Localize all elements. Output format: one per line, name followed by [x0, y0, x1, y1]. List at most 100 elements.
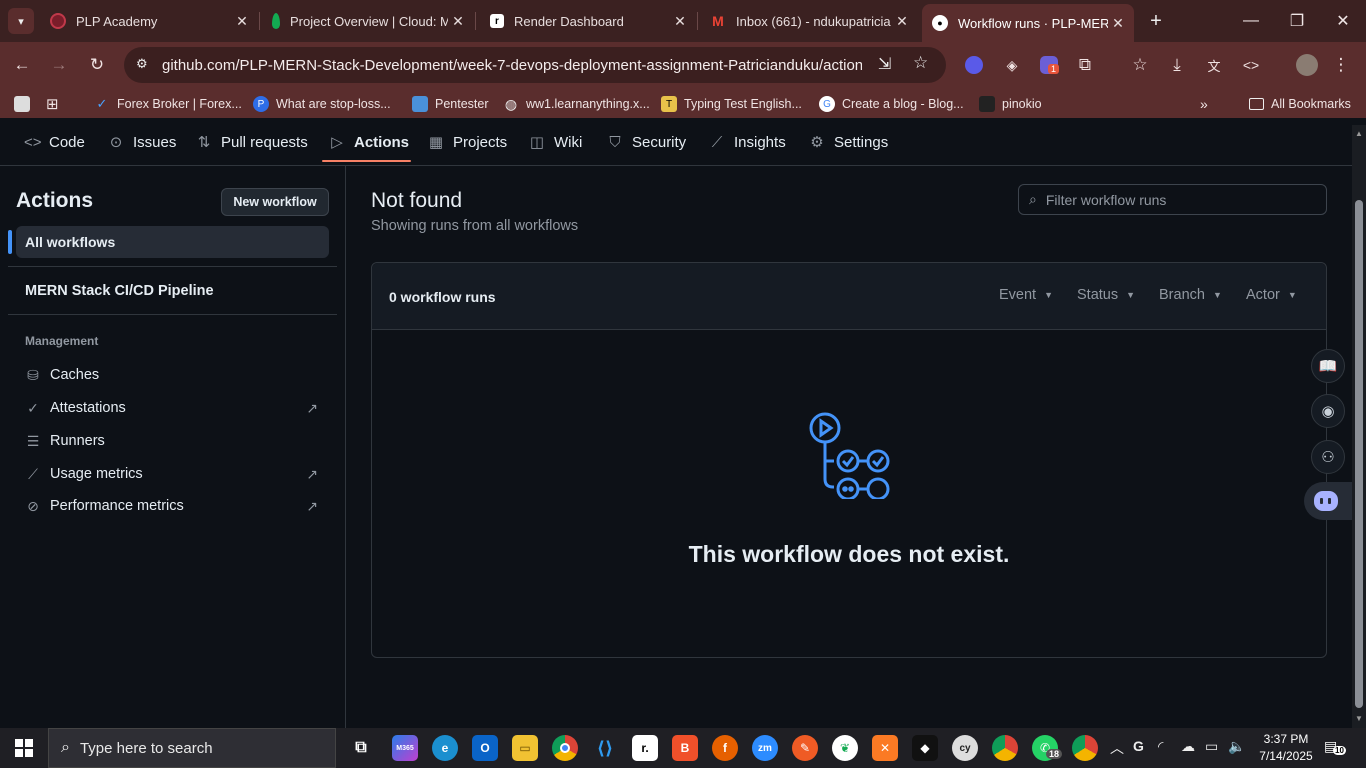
vscode-icon[interactable]: ⟨⟩: [592, 735, 618, 761]
browser-tab-plp-academy[interactable]: PLP Academy ✕: [40, 6, 258, 36]
close-window-icon[interactable]: ✕: [1320, 0, 1366, 42]
branch-filter-dropdown[interactable]: Branch ▼: [1159, 287, 1222, 303]
wifi-icon[interactable]: ◜: [1158, 738, 1163, 755]
bookmarks-overflow-icon[interactable]: »: [1200, 94, 1208, 114]
extension-ghost-icon[interactable]: [961, 52, 987, 78]
chrome-active-icon[interactable]: [992, 735, 1018, 761]
new-workflow-button[interactable]: New workflow: [221, 188, 329, 216]
restore-icon[interactable]: ❐: [1274, 0, 1320, 42]
sidebar-item-caches[interactable]: ⛁ Caches: [24, 363, 324, 387]
new-tab-button[interactable]: +: [1143, 8, 1169, 34]
back-arrow-icon[interactable]: ←: [9, 52, 35, 78]
tab-wiki[interactable]: ◫ Wiki: [529, 130, 582, 154]
extensions-icon[interactable]: ⧉: [1072, 52, 1098, 78]
windows-start-icon[interactable]: [0, 728, 48, 768]
bookmark-stop-loss[interactable]: P What are stop-loss...: [253, 94, 391, 114]
cypress-icon[interactable]: cy: [952, 735, 978, 761]
notification-center-icon[interactable]: ▤ 10: [1324, 738, 1346, 755]
extension-badge-icon[interactable]: 1: [1036, 52, 1062, 78]
browser-tab-mongodb[interactable]: Project Overview | Cloud: M ✕: [262, 6, 474, 36]
browser-menu-icon[interactable]: ⋮: [1328, 52, 1354, 78]
scrollbar-thumb[interactable]: [1355, 200, 1363, 708]
tab-settings[interactable]: ⚙ Settings: [809, 130, 888, 154]
task-view-icon[interactable]: ⧉: [348, 735, 374, 761]
close-icon[interactable]: ✕: [232, 13, 252, 30]
sidebar-item-usage-metrics[interactable]: ⟋ Usage metrics ↗: [24, 462, 324, 486]
outlook-icon[interactable]: O: [472, 735, 498, 761]
bookmark-pinokio[interactable]: pinokio: [979, 94, 1042, 114]
whatsapp-icon[interactable]: ✆ 18: [1032, 735, 1063, 761]
cloud-icon[interactable]: ☁: [1181, 738, 1195, 755]
browser-tab-gmail[interactable]: M Inbox (661) - ndukupatricia ✕: [700, 6, 918, 36]
extension-puzzle-icon[interactable]: ◈: [999, 52, 1025, 78]
sidebar-item-performance-metrics[interactable]: ⊘ Performance metrics ↗: [24, 494, 324, 518]
close-icon[interactable]: ✕: [448, 13, 468, 30]
bookmark-forex[interactable]: ✓ Forex Broker | Forex...: [94, 94, 242, 114]
mongodb-compass-icon[interactable]: ❦: [832, 735, 858, 761]
tab-search-button[interactable]: ▾: [8, 8, 34, 34]
bookmark-typing-test[interactable]: T Typing Test English...: [661, 94, 802, 114]
all-bookmarks[interactable]: All Bookmarks: [1249, 94, 1351, 114]
close-icon[interactable]: ✕: [670, 13, 690, 30]
chrome-icon[interactable]: [552, 735, 578, 761]
xampp-icon[interactable]: ✕: [872, 735, 898, 761]
devtools-code-icon[interactable]: <>: [1238, 52, 1264, 78]
close-icon[interactable]: ✕: [892, 13, 912, 30]
actor-filter-dropdown[interactable]: Actor ▼: [1246, 287, 1297, 303]
event-filter-dropdown[interactable]: Event ▼: [999, 287, 1053, 303]
people-github-icon[interactable]: ⚇: [1311, 440, 1345, 474]
cube-app-icon[interactable]: ◆: [912, 735, 938, 761]
page-scrollbar[interactable]: ▲ ▼: [1352, 125, 1366, 728]
tab-projects[interactable]: ▦ Projects: [428, 130, 507, 154]
show-hidden-icons-chevron-icon[interactable]: ︿: [1110, 738, 1124, 758]
status-filter-dropdown[interactable]: Status ▼: [1077, 287, 1135, 303]
chrome-profile-icon[interactable]: [1072, 735, 1098, 761]
zoom-icon[interactable]: zm: [752, 735, 778, 761]
sidebar-item-runners[interactable]: ☰ Runners: [24, 429, 324, 453]
brave-icon[interactable]: B: [672, 735, 698, 761]
postman-icon[interactable]: ✎: [792, 735, 818, 761]
bookmark-create-blog[interactable]: G Create a blog - Blog...: [819, 94, 964, 114]
install-app-icon[interactable]: ⇲: [878, 54, 891, 74]
reading-list-star-icon[interactable]: ☆: [1127, 52, 1153, 78]
file-explorer-icon[interactable]: ▭: [512, 735, 538, 761]
forward-arrow-icon[interactable]: →: [46, 52, 72, 78]
firefox-icon[interactable]: f: [712, 735, 738, 761]
tab-security[interactable]: ⛉ Security: [607, 130, 686, 154]
sidebar-item-mern-pipeline[interactable]: MERN Stack CI/CD Pipeline: [25, 283, 214, 299]
microsoft-365-icon[interactable]: M365: [392, 735, 418, 761]
close-icon[interactable]: ✕: [1108, 15, 1128, 32]
volume-icon[interactable]: 🔈: [1228, 738, 1245, 755]
bookmark-pentester[interactable]: Pentester: [412, 94, 489, 114]
site-info-icon[interactable]: ⚙: [136, 56, 148, 72]
profile-avatar[interactable]: [1294, 52, 1320, 78]
broadcast-icon[interactable]: ◉: [1311, 394, 1345, 428]
edge-icon[interactable]: e: [432, 735, 458, 761]
docs-book-icon[interactable]: 📖: [1311, 349, 1345, 383]
minimize-icon[interactable]: —: [1228, 0, 1274, 42]
reload-icon[interactable]: ↻: [84, 52, 110, 78]
tab-actions[interactable]: ▷ Actions: [329, 130, 409, 154]
taskbar-search-box[interactable]: ⌕ Type here to search: [48, 728, 336, 768]
bookmark-star-icon[interactable]: ☆: [913, 53, 928, 73]
tab-pull-requests[interactable]: ⇅ Pull requests: [196, 130, 308, 154]
scroll-down-arrow-icon[interactable]: ▼: [1355, 714, 1363, 723]
url-text[interactable]: github.com/PLP-MERN-Stack-Development/we…: [162, 57, 862, 74]
tab-insights[interactable]: ⟋ Insights: [709, 130, 786, 154]
tab-code[interactable]: <> Code: [24, 130, 85, 154]
filter-workflow-runs-field[interactable]: ⌕: [1018, 184, 1327, 215]
tab-issues[interactable]: ⊙ Issues: [108, 130, 177, 154]
address-bar[interactable]: ⚙ github.com/PLP-MERN-Stack-Development/…: [124, 47, 946, 83]
browser-tab-workflow-runs[interactable]: ● Workflow runs · PLP-MERN ✕: [922, 4, 1134, 42]
render-app-icon[interactable]: r.: [632, 735, 658, 761]
download-icon[interactable]: ⤓: [1164, 52, 1190, 78]
translate-icon[interactable]: 文: [1201, 52, 1227, 78]
filter-input[interactable]: [1045, 191, 1306, 208]
taskbar-clock[interactable]: 3:37 PM 7/14/2025: [1254, 731, 1318, 765]
sidebar-item-all-workflows[interactable]: All workflows: [16, 226, 329, 258]
bookmark-learnanything[interactable]: ◍ ww1.learnanything.x...: [503, 94, 650, 114]
sidebar-item-attestations[interactable]: ✓ Attestations ↗: [24, 396, 324, 420]
scroll-up-arrow-icon[interactable]: ▲: [1355, 129, 1363, 138]
google-g-tray-icon[interactable]: G: [1133, 738, 1144, 754]
apps-grid-icon[interactable]: ⊞: [46, 94, 59, 114]
